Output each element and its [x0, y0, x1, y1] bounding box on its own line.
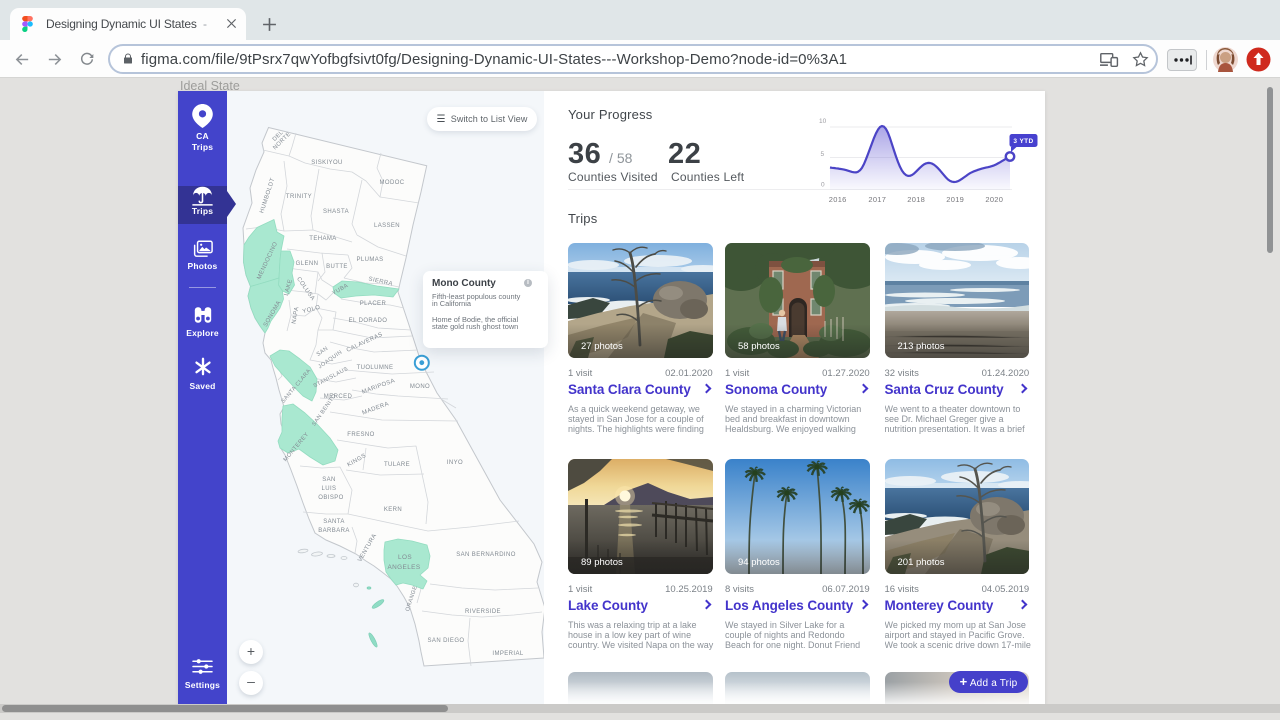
svg-text:TEHAMA: TEHAMA [309, 236, 336, 242]
svg-text:ANGELES: ANGELES [388, 564, 421, 571]
svg-text:TRINITY: TRINITY [286, 194, 312, 200]
svg-text:0: 0 [821, 182, 825, 189]
svg-text:LOS: LOS [398, 554, 412, 561]
svg-text:INYO: INYO [447, 460, 463, 466]
svg-text:TUOLUMNE: TUOLUMNE [357, 365, 394, 371]
svg-text:2019: 2019 [946, 195, 964, 204]
svg-text:BARBARA: BARBARA [318, 528, 349, 534]
svg-text:RIVERSIDE: RIVERSIDE [465, 609, 501, 615]
svg-text:SISKIYOU: SISKIYOU [311, 160, 343, 166]
svg-text:2018: 2018 [907, 195, 925, 204]
svg-text:SAN DIEGO: SAN DIEGO [428, 638, 465, 644]
svg-text:PLUMAS: PLUMAS [356, 257, 383, 263]
svg-text:FRESNO: FRESNO [347, 432, 374, 438]
svg-text:MODOC: MODOC [380, 180, 405, 186]
svg-text:PLACER: PLACER [360, 301, 387, 307]
svg-text:2020: 2020 [985, 195, 1003, 204]
svg-text:5: 5 [821, 151, 825, 158]
svg-text:2016: 2016 [829, 195, 847, 204]
svg-text:SAN: SAN [322, 477, 336, 483]
svg-text:2017: 2017 [868, 195, 886, 204]
svg-text:LUIS: LUIS [322, 486, 337, 492]
svg-text:IMPERIAL: IMPERIAL [492, 651, 523, 657]
svg-text:TULARE: TULARE [384, 462, 410, 468]
svg-text:BUTTE: BUTTE [326, 264, 348, 270]
svg-text:EL DORADO: EL DORADO [349, 318, 388, 324]
svg-text:10: 10 [819, 118, 827, 125]
svg-text:SAN BERNARDINO: SAN BERNARDINO [456, 552, 516, 558]
svg-text:KERN: KERN [384, 507, 402, 513]
svg-text:OBISPO: OBISPO [318, 495, 343, 501]
svg-text:3 YTD: 3 YTD [1013, 138, 1033, 145]
svg-text:MONO: MONO [410, 384, 430, 390]
svg-text:GLENN: GLENN [296, 261, 319, 267]
svg-text:SANTA: SANTA [323, 519, 345, 525]
svg-text:LASSEN: LASSEN [374, 223, 400, 229]
svg-text:SHASTA: SHASTA [323, 209, 349, 215]
